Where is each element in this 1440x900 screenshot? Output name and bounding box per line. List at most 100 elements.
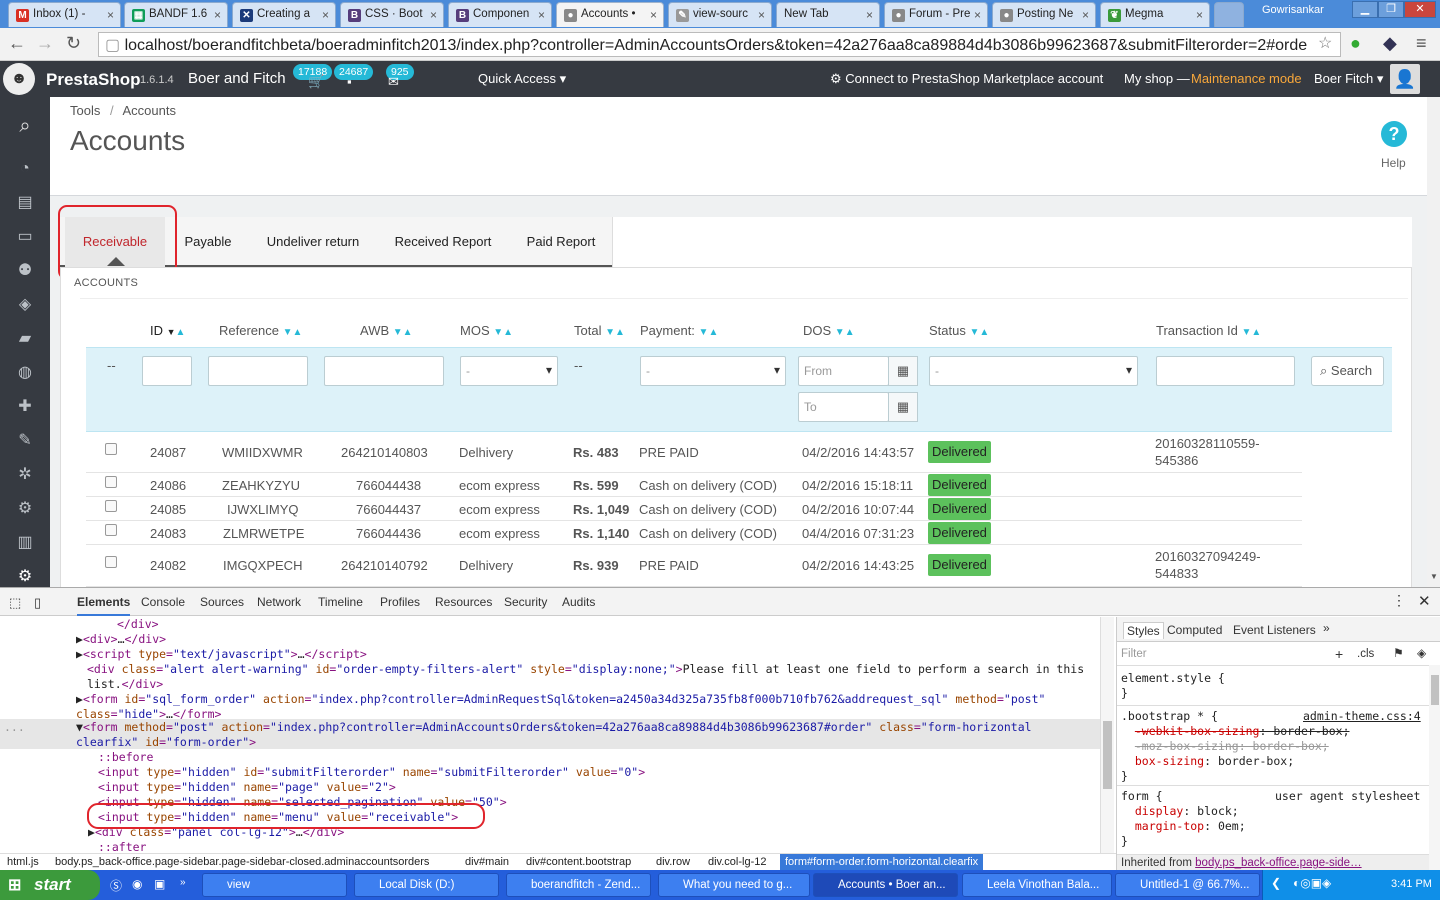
filter-date-from-input[interactable]: From <box>798 356 889 386</box>
credit-card-icon[interactable]: ▭ <box>13 225 37 249</box>
devtools-tab-resources[interactable]: Resources <box>435 595 492 609</box>
table-row[interactable]: 24085 IJWXLIMYQ 766044437 ecom express R… <box>86 497 1302 521</box>
color-format-icon[interactable]: ◈ <box>1417 646 1426 660</box>
url-input[interactable]: ▢ localhost/boerandfitchbeta/boeradminfi… <box>98 32 1341 57</box>
styles-filter-input[interactable]: Filter <box>1121 648 1147 660</box>
close-icon[interactable]: × <box>758 8 765 22</box>
help-icon[interactable]: ? <box>1381 121 1407 147</box>
sort-icon[interactable]: ▼▲ <box>835 327 855 338</box>
tray-expand-icon[interactable]: ❮ <box>1271 876 1281 890</box>
browser-tab[interactable]: ❦ Megma × <box>1100 2 1210 27</box>
dom-breadcrumb[interactable]: div#content.bootstrap <box>526 856 631 868</box>
dashboard-icon[interactable]: ◔ <box>13 157 37 181</box>
table-row[interactable]: 24086 ZEAHKYZYU 766044438 ecom express R… <box>86 473 1302 497</box>
devtools-tab-timeline[interactable]: Timeline <box>318 595 363 609</box>
gear-icon[interactable]: ⚙ <box>13 497 37 521</box>
cart-icon[interactable]: 🛒 <box>308 74 324 90</box>
filter-id-input[interactable] <box>142 356 192 386</box>
browser-tab[interactable]: ● Posting Ne × <box>992 2 1096 27</box>
breadcrumb-tools[interactable]: Tools <box>70 103 100 118</box>
sort-icon[interactable]: ▼▲ <box>605 327 625 338</box>
sort-desc-icon[interactable]: ▼ <box>167 327 176 337</box>
browser-tab[interactable]: B Componen × <box>448 2 552 27</box>
calendar-icon[interactable]: ▦ <box>888 392 918 422</box>
globe-icon[interactable]: ◍ <box>13 361 37 385</box>
table-row[interactable]: 24083 ZLMRWETPE 766044436 ecom express R… <box>86 521 1302 545</box>
taskbar-item[interactable]: view <box>202 873 347 897</box>
event-listeners-tab[interactable]: Event Listeners <box>1233 623 1316 637</box>
browser-tab-active[interactable]: ● Accounts • × <box>556 2 664 27</box>
row-checkbox[interactable] <box>105 524 117 536</box>
taskbar-item[interactable]: boerandfitch - Zend... <box>506 873 651 897</box>
calendar-icon[interactable]: ▦ <box>888 356 918 386</box>
close-icon[interactable]: ✕ <box>1418 592 1431 610</box>
dom-line[interactable]: ▶<script type="text/javascript">…</scrip… <box>76 647 367 662</box>
devtools-tab-network[interactable]: Network <box>257 595 301 609</box>
dom-breadcrumb[interactable]: div.row <box>656 856 690 868</box>
envelope-icon[interactable]: ✉ <box>388 74 399 90</box>
tab-received-report[interactable]: Received Report <box>386 217 500 267</box>
puzzle-icon[interactable]: ✚ <box>13 395 37 419</box>
column-header-dos[interactable]: DOS ▼▲ <box>803 323 855 338</box>
forward-icon[interactable]: → <box>36 33 54 54</box>
shop-name[interactable]: Boer and Fitch <box>188 70 286 87</box>
sort-icon[interactable]: ▼▲ <box>393 327 413 338</box>
chevron-right-icon[interactable]: » <box>1323 621 1330 635</box>
tag-icon[interactable]: ◈ <box>13 293 37 317</box>
browser-tab[interactable]: ▦ BANDF 1.6 × <box>124 2 228 27</box>
dom-line[interactable]: <input type="hidden" id="submitFilterord… <box>98 765 645 780</box>
wrench-icon[interactable]: ✎ <box>13 429 37 453</box>
dom-line[interactable]: clearfix" id="form-order"> <box>76 735 256 750</box>
minimize-button[interactable]: ▁ <box>1352 1 1378 18</box>
row-checkbox[interactable] <box>105 556 117 568</box>
extension-icon[interactable]: ◆ <box>1383 33 1397 54</box>
taskbar-item-active[interactable]: Accounts • Boer an... <box>813 873 958 897</box>
taskbar-item[interactable]: Untitled-1 @ 66.7%... <box>1115 873 1260 897</box>
close-icon[interactable]: × <box>538 8 545 22</box>
maximize-button[interactable]: ❐ <box>1378 1 1404 18</box>
sort-icon[interactable]: ▼▲ <box>493 327 513 338</box>
devtools-tab-security[interactable]: Security <box>504 595 547 609</box>
column-header-status[interactable]: Status ▼▲ <box>929 323 989 338</box>
more-options-icon[interactable]: ⋮ <box>1392 592 1406 609</box>
devtools-tab-profiles[interactable]: Profiles <box>380 595 420 609</box>
cls-button[interactable]: .cls <box>1357 648 1374 660</box>
filter-awb-input[interactable] <box>324 356 444 386</box>
start-button[interactable]: ⊞ start <box>0 870 100 900</box>
reload-icon[interactable]: ↻ <box>66 33 81 54</box>
dom-breadcrumb[interactable]: div.col-lg-12 <box>708 856 767 868</box>
close-icon[interactable]: × <box>1082 8 1089 22</box>
skype-icon[interactable]: Ⓢ <box>110 877 122 894</box>
filter-payment-select[interactable]: - <box>640 356 786 386</box>
cogs-icon[interactable]: ✲ <box>13 463 37 487</box>
tab-paid-report[interactable]: Paid Report <box>520 217 602 267</box>
avatar[interactable]: 👤 <box>1390 64 1420 94</box>
browser-tab[interactable]: ✎ view-sourc × <box>668 2 772 27</box>
tray-app-icon[interactable]: ◐◎▣◈ <box>1293 876 1331 890</box>
filter-reference-input[interactable] <box>208 356 308 386</box>
inspect-icon[interactable]: ⬚ <box>9 595 21 611</box>
filter-mos-select[interactable]: - <box>460 356 558 386</box>
search-button[interactable]: ⌕ Search <box>1311 356 1384 386</box>
dom-line[interactable]: <div class="alert alert-warning" id="ord… <box>87 662 1084 677</box>
row-checkbox[interactable] <box>105 443 117 455</box>
user-icon[interactable]: ▪ <box>347 74 352 89</box>
dom-breadcrumb[interactable]: body.ps_back-office.page-sidebar.page-si… <box>55 856 429 868</box>
browser-tab[interactable]: ● Forum - Pre × <box>884 2 988 27</box>
dom-line[interactable]: ▶<form id="sql_form_order" action="index… <box>76 692 1045 707</box>
column-header-total[interactable]: Total ▼▲ <box>574 323 625 338</box>
taskbar-item[interactable]: What you need to g... <box>658 873 810 897</box>
close-icon[interactable]: × <box>650 8 657 22</box>
dom-breadcrumb-active[interactable]: form#form-order.form-horizontal.clearfix <box>780 854 984 870</box>
dom-line[interactable]: ▼<form method="post" action="index.php?c… <box>76 720 1032 735</box>
stylesheet-link[interactable]: admin-theme.css:4 <box>1303 709 1421 724</box>
search-icon[interactable]: ⌕ <box>13 114 37 138</box>
dom-line[interactable]: ▶<div>…</div> <box>76 632 166 647</box>
sort-icon[interactable]: ▼▲ <box>1242 327 1262 338</box>
device-icon[interactable]: ▯ <box>34 595 41 611</box>
pin-icon[interactable]: ⚑ <box>1393 646 1404 660</box>
table-row[interactable]: 24082 IMGQXPECH 264210140792 Delhivery R… <box>86 545 1302 587</box>
tab-undeliver-return[interactable]: Undeliver return <box>260 217 366 267</box>
dom-line[interactable]: </div> <box>117 617 159 632</box>
column-header-id[interactable]: ID ▼▲ <box>150 323 185 338</box>
